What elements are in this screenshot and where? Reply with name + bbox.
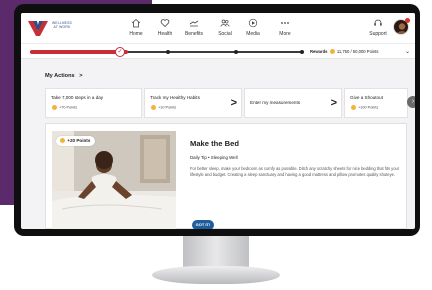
home-icon <box>131 18 141 28</box>
chevron-right-icon: > <box>230 97 237 109</box>
coin-icon <box>151 105 156 110</box>
rewards-label: Rewards <box>310 49 328 54</box>
carousel-next-button[interactable]: › <box>407 96 415 108</box>
nav-support-label: Support <box>369 31 387 37</box>
nav-more-label: More <box>279 31 291 37</box>
daily-tip-card: +20 Points Make the Bed Daily Tip • Slee… <box>45 123 407 229</box>
media-icon <box>248 18 258 28</box>
more-icon <box>281 22 289 24</box>
top-nav: WELLNESS AT WORK Home Health Benefits So… <box>21 13 415 43</box>
progress-row: ✓ Rewards 11,750 / 50,000 Points ⌄ <box>21 43 415 59</box>
action-card-points-value: +10 Points <box>158 105 177 110</box>
action-card-measurements[interactable]: Enter my measurements > <box>244 88 342 118</box>
my-actions-heading[interactable]: My Actions > <box>45 73 82 79</box>
rewards-dropdown[interactable]: Rewards 11,750 / 50,000 Points ⌄ <box>310 47 411 57</box>
nav-more[interactable]: More <box>267 18 303 37</box>
heart-icon <box>160 19 170 28</box>
points-badge: +20 Points <box>56 136 96 146</box>
logo-mark-icon <box>28 21 48 36</box>
action-card-steps[interactable]: Take 7,000 steps in a day +70 Points <box>45 88 142 118</box>
action-card-title: Enter my measurements <box>250 100 301 105</box>
support-icon <box>374 19 382 26</box>
milestone-dot <box>234 50 238 54</box>
progress-fill <box>30 50 128 54</box>
nav-media-label: Media <box>246 31 260 37</box>
coin-icon <box>351 105 356 110</box>
action-card-title: Give a Shoutout <box>350 95 383 100</box>
action-card-points: +70 Points <box>51 105 77 110</box>
action-cards: Take 7,000 steps in a day +70 Points Tra… <box>45 88 411 118</box>
nav-media[interactable]: Media <box>235 18 271 37</box>
action-card-points-value: +70 Points <box>59 105 78 110</box>
benefits-icon <box>189 20 199 27</box>
notification-dot-icon <box>405 18 410 23</box>
action-card-habits[interactable]: Track my Healthy Habits +10 Points > <box>144 88 242 118</box>
action-card-points: +100 Points <box>350 105 378 110</box>
coin-icon <box>329 49 335 55</box>
social-icon <box>220 19 230 27</box>
stage: WELLNESS AT WORK Home Health Benefits So… <box>0 0 432 290</box>
action-card-title: Track my Healthy Habits <box>150 95 200 100</box>
chevron-down-icon: ⌄ <box>404 49 410 55</box>
action-card-points-value: +100 Points <box>358 105 379 110</box>
coin-icon <box>52 105 57 110</box>
coin-icon <box>60 138 65 144</box>
points-badge-value: +20 Points <box>67 138 91 143</box>
progress-track: ✓ <box>30 47 304 57</box>
milestone-dot <box>166 50 170 54</box>
action-card-shoutout[interactable]: Give a Shoutout +100 Points <box>344 88 408 118</box>
my-actions-title: My Actions <box>45 73 75 79</box>
nav-support[interactable]: Support <box>365 18 391 37</box>
monitor-stand-base <box>152 266 280 284</box>
card-title: Make the Bed <box>190 139 239 148</box>
card-subtitle: Daily Tip • Sleeping Well <box>190 155 238 160</box>
action-card-title: Take 7,000 steps in a day <box>51 95 104 100</box>
logo-text: WELLNESS AT WORK <box>51 21 73 30</box>
rewards-value: 11,750 / 50,000 Points <box>336 49 379 54</box>
got-it-button[interactable]: GOT IT! <box>192 220 214 229</box>
chevron-right-icon: > <box>330 97 337 109</box>
monitor-stand-neck <box>183 236 249 268</box>
logo[interactable]: WELLNESS AT WORK <box>28 17 88 39</box>
milestone-dot <box>300 50 304 54</box>
chevron-right-icon: > <box>79 73 83 79</box>
check-icon: ✓ <box>115 47 125 57</box>
screen: WELLNESS AT WORK Home Health Benefits So… <box>21 13 415 229</box>
action-card-points: +10 Points <box>150 105 176 110</box>
chevron-right-icon: › <box>411 98 415 105</box>
card-body: For better sleep, make your bedroom as c… <box>190 166 400 178</box>
